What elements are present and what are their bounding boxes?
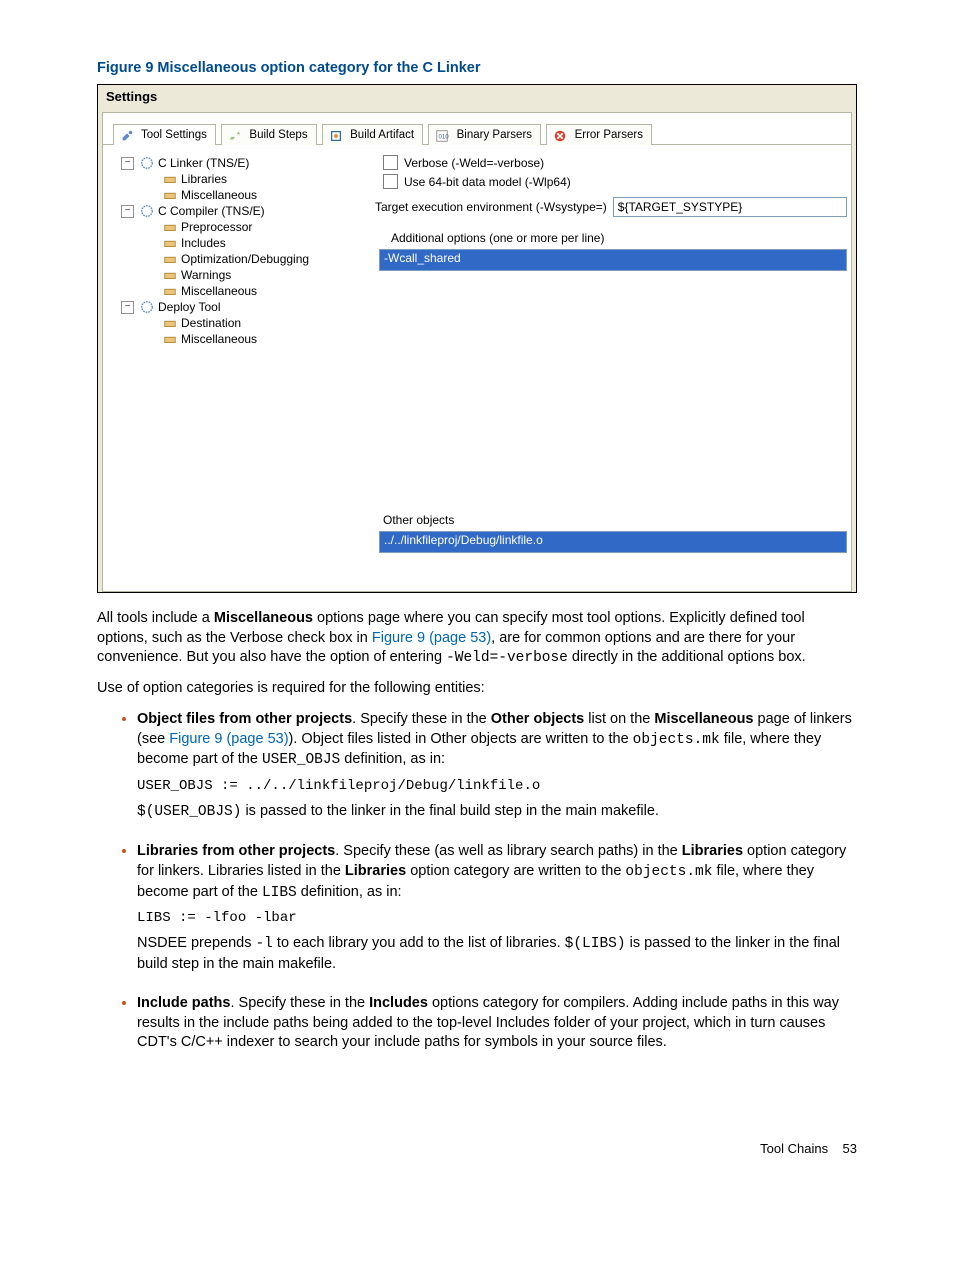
code-block: USER_OBJS := ../../linkfileproj/Debug/li… <box>137 777 857 796</box>
tree-label: Warnings <box>181 268 231 282</box>
artifact-icon <box>329 129 343 141</box>
tab-label: Build Steps <box>249 129 307 141</box>
tree-label: Libraries <box>181 172 227 186</box>
tree-label: Preprocessor <box>181 220 252 234</box>
category-icon <box>163 284 177 298</box>
checkbox-label: Use 64-bit data model (-Wlp64) <box>404 175 571 189</box>
tab-binary-parsers[interactable]: 010 Binary Parsers <box>428 124 541 145</box>
tab-error-parsers[interactable]: Error Parsers <box>546 124 652 145</box>
figure-link[interactable]: Figure 9 (page 53) <box>169 731 288 747</box>
settings-panel: Settings Tool Settings Build Steps Build… <box>97 84 857 593</box>
tree-label: Includes <box>181 236 226 250</box>
tree-node-warnings[interactable]: Warnings <box>121 267 371 283</box>
tree-node-c-linker[interactable]: − C Linker (TNS/E) <box>121 155 371 171</box>
checkbox-label: Verbose (-Weld=-verbose) <box>404 156 544 170</box>
category-icon <box>163 316 177 330</box>
paragraph: All tools include a Miscellaneous option… <box>97 609 857 669</box>
error-icon <box>553 129 567 141</box>
category-icon <box>163 172 177 186</box>
tool-tree: − C Linker (TNS/E) Libraries Miscellaneo… <box>103 145 375 591</box>
tree-node-miscellaneous[interactable]: Miscellaneous <box>121 283 371 299</box>
tree-label: Miscellaneous <box>181 332 257 346</box>
other-objects-label: Other objects <box>375 511 847 531</box>
checkbox-icon[interactable] <box>383 174 398 189</box>
tab-label: Error Parsers <box>575 129 643 141</box>
category-icon <box>163 236 177 250</box>
tool-icon <box>140 156 154 170</box>
footer-section: Tool Chains <box>760 1141 828 1156</box>
tab-build-artifact[interactable]: Build Artifact <box>322 124 423 145</box>
tree-label: C Compiler (TNS/E) <box>158 204 265 218</box>
figure-link[interactable]: Figure 9 (page 53) <box>372 630 491 646</box>
expander-minus-icon[interactable]: − <box>121 301 134 314</box>
page-number: 53 <box>843 1141 857 1156</box>
tab-tool-settings[interactable]: Tool Settings <box>113 124 216 145</box>
bullet-libraries: Libraries from other projects. Specify t… <box>137 840 857 974</box>
tree-node-miscellaneous[interactable]: Miscellaneous <box>121 331 371 347</box>
target-env-input[interactable]: ${TARGET_SYSTYPE} <box>613 197 847 217</box>
tree-label: Destination <box>181 316 241 330</box>
paragraph: Use of option categories is required for… <box>97 679 857 699</box>
tab-label: Build Artifact <box>350 129 414 141</box>
svg-text:010: 010 <box>439 134 450 141</box>
category-icon <box>163 268 177 282</box>
page-footer: Tool Chains 53 <box>0 1111 954 1186</box>
settings-title: Settings <box>98 85 856 112</box>
tree-node-optimization-debugging[interactable]: Optimization/Debugging <box>121 251 371 267</box>
use64-checkbox-row[interactable]: Use 64-bit data model (-Wlp64) <box>375 172 847 191</box>
tree-label: Deploy Tool <box>158 300 220 314</box>
checkbox-icon[interactable] <box>383 155 398 170</box>
category-icon <box>163 188 177 202</box>
target-env-row: Target execution environment (-Wsystype=… <box>375 191 847 221</box>
options-pane: Verbose (-Weld=-verbose) Use 64-bit data… <box>375 145 851 591</box>
expander-minus-icon[interactable]: − <box>121 205 134 218</box>
tree-node-preprocessor[interactable]: Preprocessor <box>121 219 371 235</box>
tree-label: Miscellaneous <box>181 188 257 202</box>
verbose-checkbox-row[interactable]: Verbose (-Weld=-verbose) <box>375 153 847 172</box>
bullet-include-paths: Include paths. Specify these in the Incl… <box>137 992 857 1053</box>
tab-label: Tool Settings <box>141 129 207 141</box>
tree-node-c-compiler[interactable]: − C Compiler (TNS/E) <box>121 203 371 219</box>
tabs-container: Tool Settings Build Steps Build Artifact… <box>102 112 852 592</box>
tree-node-deploy-tool[interactable]: − Deploy Tool <box>121 299 371 315</box>
code-block: LIBS := -lfoo -lbar <box>137 909 857 928</box>
tree-node-includes[interactable]: Includes <box>121 235 371 251</box>
steps-icon <box>228 129 242 141</box>
additional-options-label: Additional options (one or more per line… <box>375 221 847 249</box>
figure-caption: Figure 9 Miscellaneous option category f… <box>97 60 857 76</box>
tool-icon <box>140 204 154 218</box>
tree-label: Miscellaneous <box>181 284 257 298</box>
tree-node-miscellaneous[interactable]: Miscellaneous <box>121 187 371 203</box>
tab-label: Binary Parsers <box>457 129 532 141</box>
additional-options-input[interactable]: -Wcall_shared <box>379 249 847 271</box>
tree-label: C Linker (TNS/E) <box>158 156 249 170</box>
tree-label: Optimization/Debugging <box>181 252 309 266</box>
other-objects-input[interactable]: ../../linkfileproj/Debug/linkfile.o <box>379 531 847 553</box>
category-icon <box>163 332 177 346</box>
category-icon <box>163 252 177 266</box>
tree-node-libraries[interactable]: Libraries <box>121 171 371 187</box>
expander-minus-icon[interactable]: − <box>121 157 134 170</box>
tree-node-destination[interactable]: Destination <box>121 315 371 331</box>
category-icon <box>163 220 177 234</box>
tab-build-steps[interactable]: Build Steps <box>221 124 316 145</box>
body-text: All tools include a Miscellaneous option… <box>97 609 857 1053</box>
target-env-label: Target execution environment (-Wsystype=… <box>375 200 607 214</box>
binary-icon: 010 <box>435 129 449 141</box>
tool-icon <box>140 300 154 314</box>
tabs-row: Tool Settings Build Steps Build Artifact… <box>103 119 851 145</box>
bullet-object-files: Object files from other projects. Specif… <box>137 708 857 822</box>
wrench-icon <box>120 129 134 141</box>
